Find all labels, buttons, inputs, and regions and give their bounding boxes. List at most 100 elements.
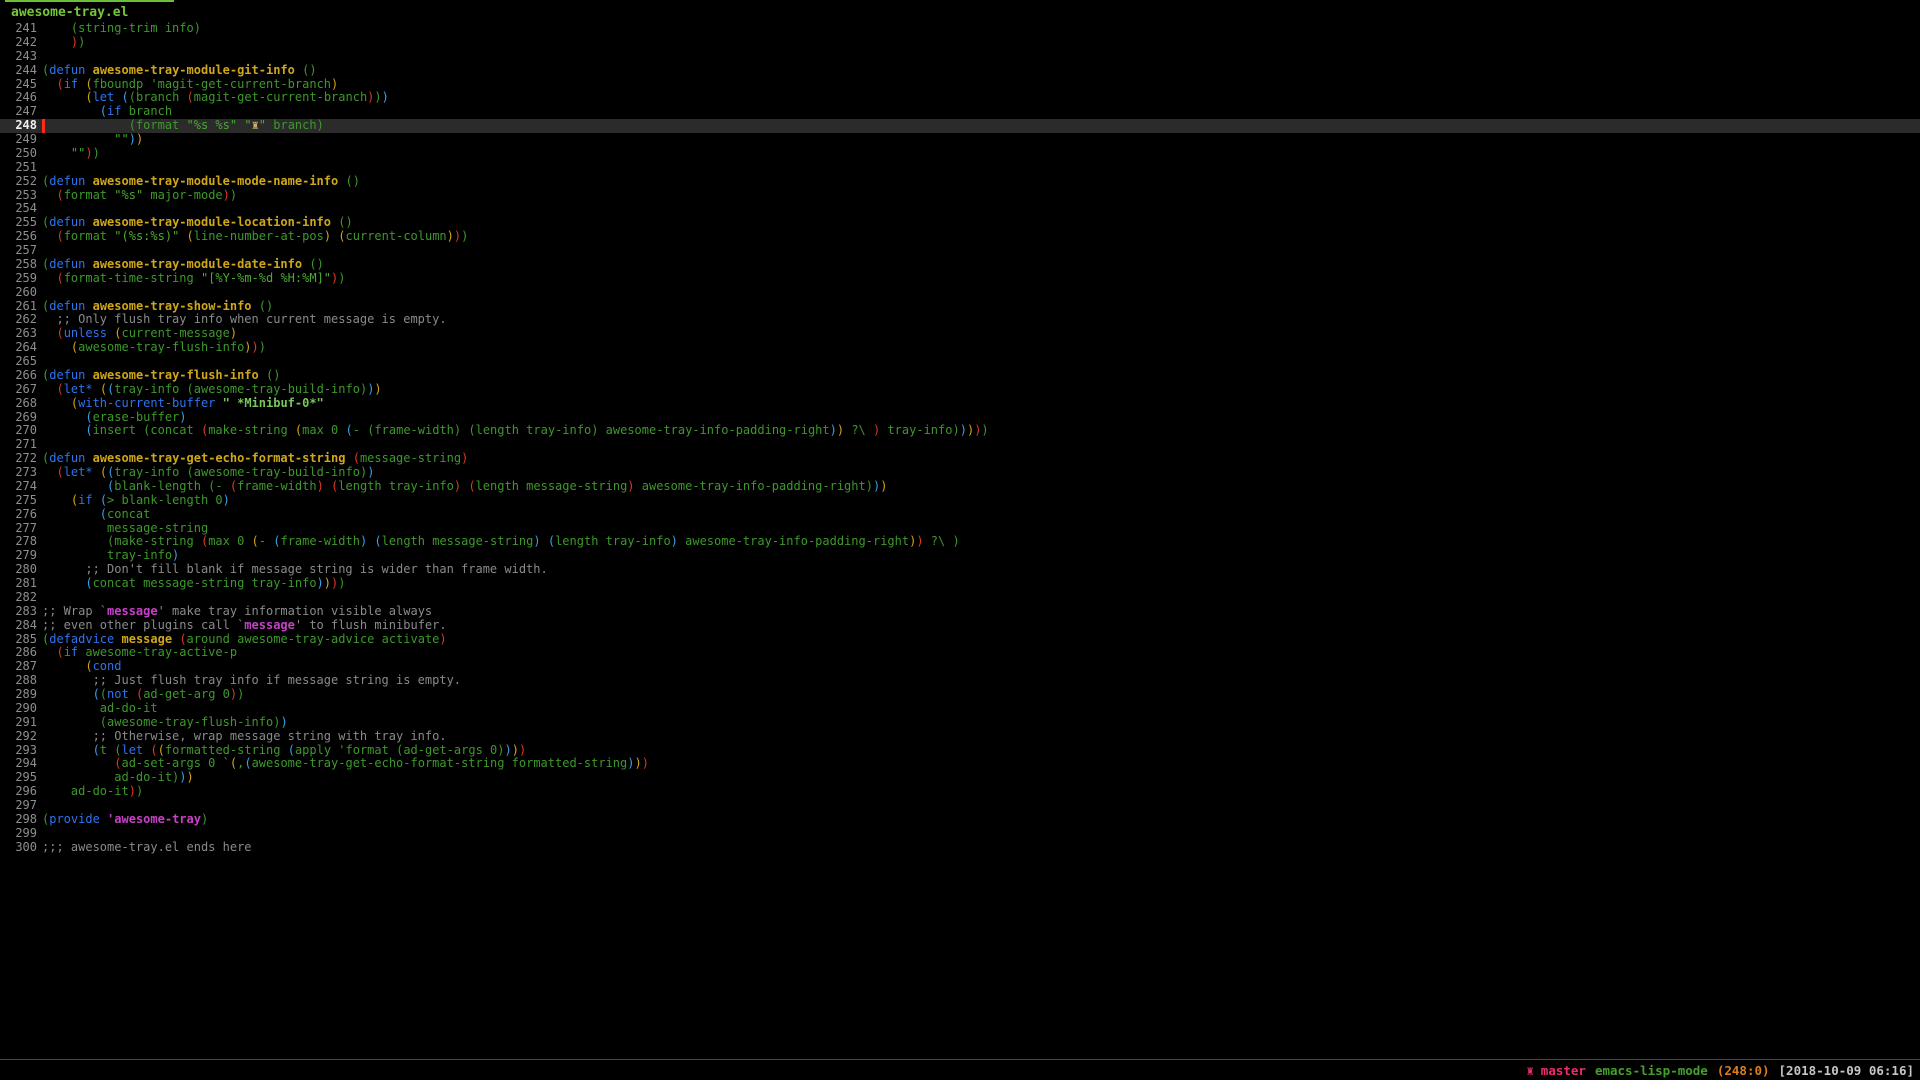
- code-line[interactable]: 282: [0, 591, 1920, 605]
- code-line[interactable]: 291 (awesome-tray-flush-info)): [0, 716, 1920, 730]
- code-text: "")): [42, 147, 100, 161]
- code-line[interactable]: 267 (let* ((tray-info (awesome-tray-buil…: [0, 383, 1920, 397]
- line-number: 280: [0, 563, 37, 577]
- code-text: (format "%s" major-mode)): [42, 189, 237, 203]
- code-line[interactable]: 299: [0, 827, 1920, 841]
- code-line[interactable]: 286 (if awesome-tray-active-p: [0, 646, 1920, 660]
- code-line[interactable]: 294 (ad-set-args 0 `(,(awesome-tray-get-…: [0, 757, 1920, 771]
- code-line[interactable]: 272(defun awesome-tray-get-echo-format-s…: [0, 452, 1920, 466]
- code-text: (defun awesome-tray-module-date-info (): [42, 258, 324, 272]
- code-line[interactable]: 255(defun awesome-tray-module-location-i…: [0, 216, 1920, 230]
- code-line[interactable]: 277 message-string: [0, 522, 1920, 536]
- code-line[interactable]: 256 (format "(%s:%s)" (line-number-at-po…: [0, 230, 1920, 244]
- code-line[interactable]: 263 (unless (current-message): [0, 327, 1920, 341]
- buffer-tab-awesome-tray[interactable]: awesome-tray.el: [5, 0, 174, 20]
- tab-bar: awesome-tray.el: [0, 0, 1920, 22]
- code-line[interactable]: 265: [0, 355, 1920, 369]
- code-line[interactable]: 297: [0, 799, 1920, 813]
- code-line[interactable]: 254: [0, 202, 1920, 216]
- line-number: 296: [0, 785, 37, 799]
- code-line[interactable]: 300;;; awesome-tray.el ends here: [0, 841, 1920, 855]
- code-line[interactable]: 259 (format-time-string "[%Y-%m-%d %H:%M…: [0, 272, 1920, 286]
- code-text: ;; Wrap `message' make tray information …: [42, 605, 432, 619]
- code-line[interactable]: 244(defun awesome-tray-module-git-info (…: [0, 64, 1920, 78]
- line-number: 270: [0, 424, 37, 438]
- code-line[interactable]: 245 (if (fboundp 'magit-get-current-bran…: [0, 78, 1920, 92]
- code-line[interactable]: 252(defun awesome-tray-module-mode-name-…: [0, 175, 1920, 189]
- code-text: (let* ((tray-info (awesome-tray-build-in…: [42, 466, 374, 480]
- code-line[interactable]: 284;; even other plugins call `message' …: [0, 619, 1920, 633]
- line-number: 298: [0, 813, 37, 827]
- code-line[interactable]: 298 (provide 'awesome-tray): [0, 813, 1920, 827]
- code-text: (cond: [42, 660, 121, 674]
- code-text: message-string: [42, 522, 208, 536]
- code-line[interactable]: 251: [0, 161, 1920, 175]
- code-area[interactable]: 241 (string-trim info)242 ))243244(defun…: [0, 22, 1920, 855]
- code-line[interactable]: 250 "")): [0, 147, 1920, 161]
- code-line[interactable]: 295 ad-do-it))): [0, 771, 1920, 785]
- code-line[interactable]: 278 (make-string (max 0 (- (frame-width)…: [0, 535, 1920, 549]
- datetime-label: [2018-10-09 06:16]: [1779, 1063, 1914, 1078]
- code-line[interactable]: 262 ;; Only flush tray info when current…: [0, 313, 1920, 327]
- git-rook-icon: ♜: [1526, 1063, 1534, 1078]
- code-line[interactable]: 241 (string-trim info): [0, 22, 1920, 36]
- code-line[interactable]: 280 ;; Don't fill blank if message strin…: [0, 563, 1920, 577]
- code-line[interactable]: 290 ad-do-it: [0, 702, 1920, 716]
- code-line[interactable]: 246 (let ((branch (magit-get-current-bra…: [0, 91, 1920, 105]
- code-text: ;;; awesome-tray.el ends here: [42, 841, 252, 855]
- code-line[interactable]: 289 ((not (ad-get-arg 0)): [0, 688, 1920, 702]
- code-line[interactable]: 296 ad-do-it)): [0, 785, 1920, 799]
- code-text: (if branch: [42, 105, 172, 119]
- line-number: 291: [0, 716, 37, 730]
- line-number: 250: [0, 147, 37, 161]
- code-line[interactable]: 288 ;; Just flush tray info if message s…: [0, 674, 1920, 688]
- code-line[interactable]: 279 tray-info): [0, 549, 1920, 563]
- code-text: (format-time-string "[%Y-%m-%d %H:%M]")): [42, 272, 345, 286]
- git-branch-label[interactable]: master: [1541, 1063, 1586, 1078]
- line-number: 271: [0, 438, 37, 452]
- line-number: 279: [0, 549, 37, 563]
- line-number: 260: [0, 286, 37, 300]
- code-line[interactable]: 285(defadvice message (around awesome-tr…: [0, 633, 1920, 647]
- code-line[interactable]: 270 (insert (concat (make-string (max 0 …: [0, 424, 1920, 438]
- line-number: 268: [0, 397, 37, 411]
- code-line[interactable]: 243: [0, 50, 1920, 64]
- major-mode-label[interactable]: emacs-lisp-mode: [1595, 1063, 1708, 1078]
- code-text: ad-do-it)): [42, 785, 143, 799]
- code-line[interactable]: 264 (awesome-tray-flush-info))): [0, 341, 1920, 355]
- line-number: 278: [0, 535, 37, 549]
- line-number: 289: [0, 688, 37, 702]
- code-line[interactable]: 269 (erase-buffer): [0, 411, 1920, 425]
- code-line[interactable]: 249 "")): [0, 133, 1920, 147]
- code-text: (if (> blank-length 0): [42, 494, 230, 508]
- code-line[interactable]: 242 )): [0, 36, 1920, 50]
- code-line[interactable]: 271: [0, 438, 1920, 452]
- code-line[interactable]: 266(defun awesome-tray-flush-info (): [0, 369, 1920, 383]
- code-text: (defun awesome-tray-get-echo-format-stri…: [42, 452, 468, 466]
- code-line[interactable]: 253 (format "%s" major-mode)): [0, 189, 1920, 203]
- code-line[interactable]: 293 (t (let ((formatted-string (apply 'f…: [0, 744, 1920, 758]
- line-number: 249: [0, 133, 37, 147]
- code-text: (provide 'awesome-tray): [42, 813, 208, 827]
- code-text: (awesome-tray-flush-info))): [42, 341, 266, 355]
- line-number: 254: [0, 202, 37, 216]
- code-line[interactable]: 261(defun awesome-tray-show-info (): [0, 300, 1920, 314]
- code-text: (format "%s %s" "♜" branch): [42, 119, 324, 133]
- code-text: ;; even other plugins call `message' to …: [42, 619, 447, 633]
- line-number: 241: [0, 22, 37, 36]
- code-line[interactable]: 260: [0, 286, 1920, 300]
- code-line[interactable]: 257: [0, 244, 1920, 258]
- code-line[interactable]: 283;; Wrap `message' make tray informati…: [0, 605, 1920, 619]
- code-text: (make-string (max 0 (- (frame-width) (le…: [42, 535, 960, 549]
- code-line[interactable]: 275 (if (> blank-length 0): [0, 494, 1920, 508]
- code-line[interactable]: 292 ;; Otherwise, wrap message string wi…: [0, 730, 1920, 744]
- code-line[interactable]: 258(defun awesome-tray-module-date-info …: [0, 258, 1920, 272]
- code-line[interactable]: 248 (format "%s %s" "♜" branch): [0, 119, 1920, 133]
- code-line[interactable]: 281 (concat message-string tray-info)))): [0, 577, 1920, 591]
- code-line[interactable]: 287 (cond: [0, 660, 1920, 674]
- code-line[interactable]: 268 (with-current-buffer " *Minibuf-0*": [0, 397, 1920, 411]
- code-line[interactable]: 274 (blank-length (- (frame-width) (leng…: [0, 480, 1920, 494]
- code-line[interactable]: 273 (let* ((tray-info (awesome-tray-buil…: [0, 466, 1920, 480]
- code-line[interactable]: 276 (concat: [0, 508, 1920, 522]
- code-line[interactable]: 247 (if branch: [0, 105, 1920, 119]
